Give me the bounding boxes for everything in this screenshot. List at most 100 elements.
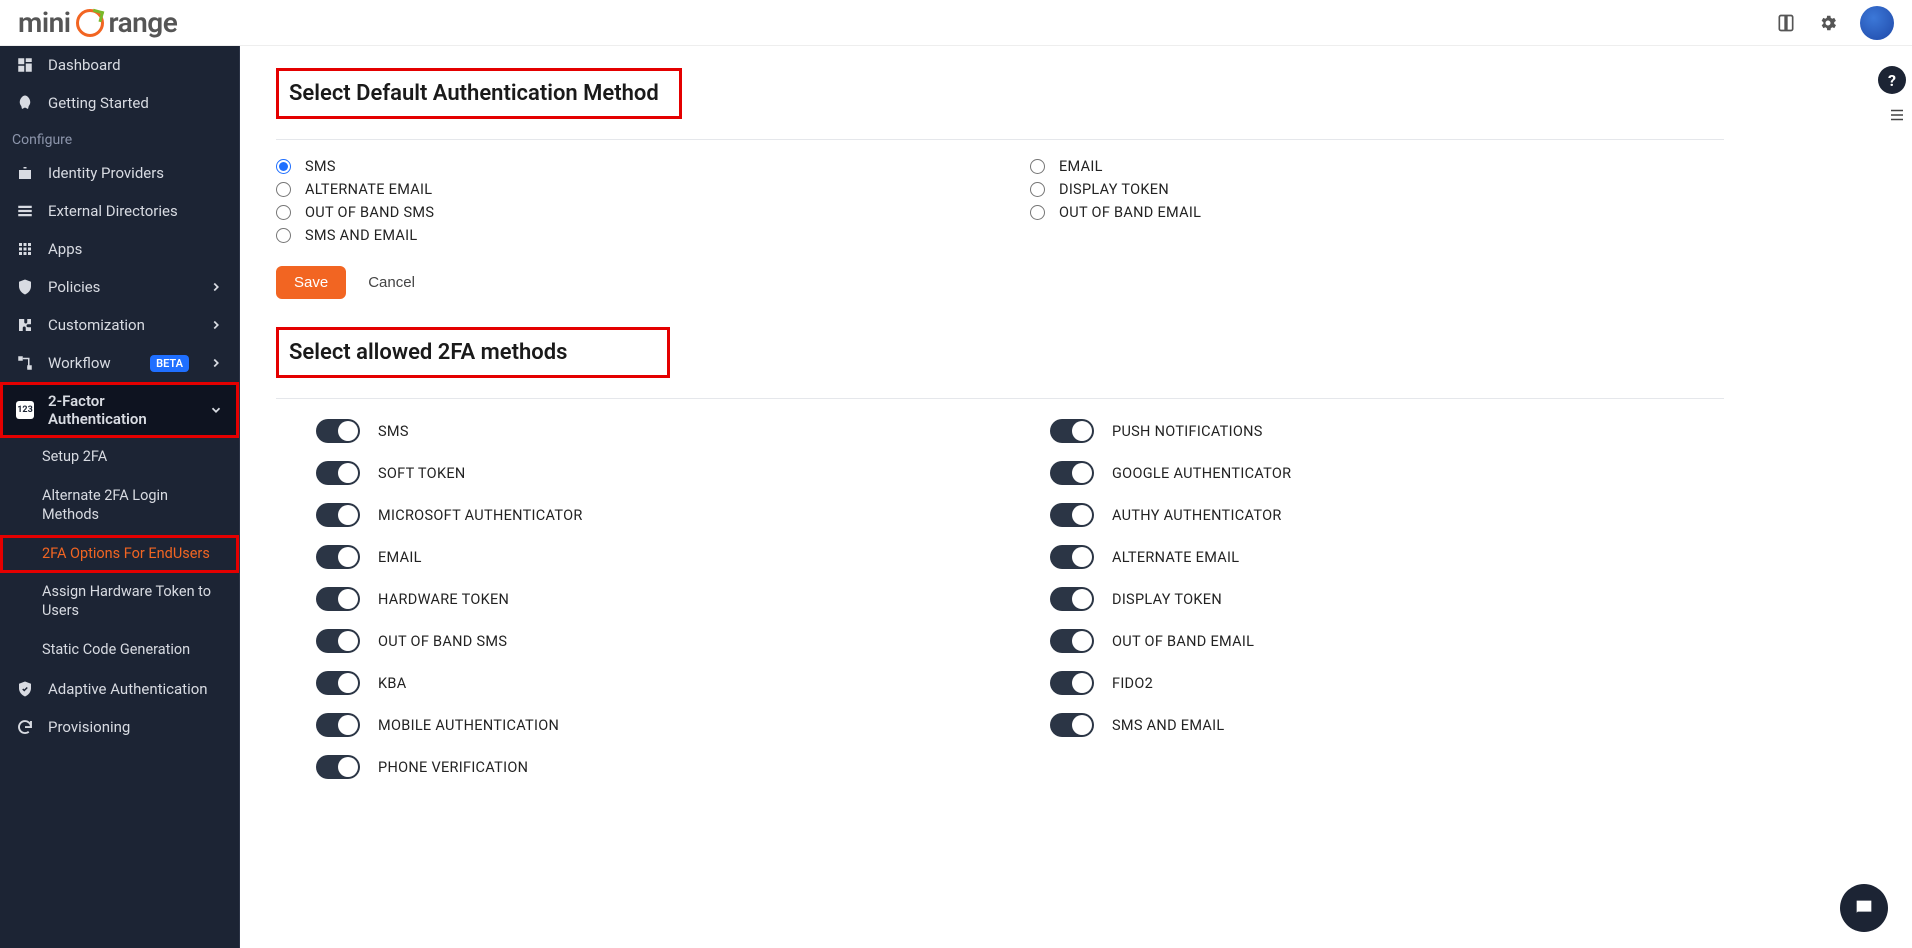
- toggle-switch[interactable]: [316, 755, 360, 779]
- radio-col-left: SMS ALTERNATE EMAIL OUT OF BAND SMS: [276, 158, 970, 244]
- radio-input[interactable]: [276, 182, 291, 197]
- sidebar-sub-setup-2fa[interactable]: Setup 2FA: [0, 438, 239, 477]
- sidebar-item-label: Getting Started: [48, 94, 149, 112]
- gear-icon[interactable]: [1818, 13, 1838, 33]
- sidebar-sub-assign-hardware[interactable]: Assign Hardware Token to Users: [0, 573, 239, 631]
- toggle-switch[interactable]: [1050, 545, 1094, 569]
- toggle-switch[interactable]: [1050, 419, 1094, 443]
- sidebar-item-provisioning[interactable]: Provisioning: [0, 708, 239, 746]
- toggle-switch[interactable]: [316, 587, 360, 611]
- radio-sms-and-email[interactable]: SMS AND EMAIL: [276, 227, 970, 244]
- sidebar-item-getting-started[interactable]: Getting Started: [0, 84, 239, 122]
- book-icon[interactable]: [1776, 13, 1796, 33]
- radio-input[interactable]: [276, 205, 291, 220]
- toggle-right-row: GOOGLE AUTHENTICATOR: [1050, 461, 1724, 485]
- sidebar-item-2fa[interactable]: 123 2-Factor Authentication: [0, 382, 239, 438]
- sidebar-item-external-directories[interactable]: External Directories: [0, 192, 239, 230]
- radio-label: ALTERNATE EMAIL: [305, 181, 432, 198]
- toggle-label: OUT OF BAND EMAIL: [1112, 633, 1254, 650]
- sync-icon: [16, 718, 34, 736]
- brand-o-icon: [76, 9, 104, 37]
- toggle-left-row: KBA: [316, 671, 990, 695]
- toggle-switch[interactable]: [316, 461, 360, 485]
- heading-allowed-2fa: Select allowed 2FA methods: [276, 327, 670, 378]
- sidebar-item-label: Identity Providers: [48, 164, 164, 182]
- toggle-col-right: PUSH NOTIFICATIONS GOOGLE AUTHENTICATOR AU…: [1050, 419, 1724, 779]
- radio-label: OUT OF BAND SMS: [305, 204, 434, 221]
- radio-input[interactable]: [1030, 159, 1045, 174]
- radio-alternate-email[interactable]: ALTERNATE EMAIL: [276, 181, 970, 198]
- sidebar-item-dashboard[interactable]: Dashboard: [0, 46, 239, 84]
- toggle-label: PHONE VERIFICATION: [378, 759, 528, 776]
- toggle-switch[interactable]: [1050, 503, 1094, 527]
- toggle-switch[interactable]: [316, 545, 360, 569]
- brand-suffix: range: [109, 6, 178, 39]
- toggle-right-row: AUTHY AUTHENTICATOR: [1050, 503, 1724, 527]
- radio-input[interactable]: [276, 228, 291, 243]
- toggle-right-row: SMS AND EMAIL: [1050, 713, 1724, 737]
- toggle-switch[interactable]: [316, 629, 360, 653]
- toggle-right-row: FIDO2: [1050, 671, 1724, 695]
- list-icon: [16, 202, 34, 220]
- brand-prefix: mini: [18, 6, 71, 39]
- save-button[interactable]: Save: [276, 266, 346, 299]
- toggle-left-row: OUT OF BAND SMS: [316, 629, 990, 653]
- sidebar-sub-2fa-options[interactable]: 2FA Options For EndUsers: [0, 535, 239, 574]
- toggle-switch[interactable]: [1050, 461, 1094, 485]
- toggle-switch[interactable]: [316, 671, 360, 695]
- beta-badge: BETA: [150, 355, 189, 372]
- sidebar-item-workflow[interactable]: Workflow BETA: [0, 344, 239, 382]
- toggle-label: GOOGLE AUTHENTICATOR: [1112, 465, 1291, 482]
- chat-fab[interactable]: [1840, 884, 1888, 932]
- brand-logo: mini range: [18, 6, 177, 39]
- radio-label: OUT OF BAND EMAIL: [1059, 204, 1201, 221]
- toggle-switch[interactable]: [1050, 671, 1094, 695]
- divider: [276, 139, 1724, 140]
- radio-input[interactable]: [1030, 205, 1045, 220]
- toggle-label: SOFT TOKEN: [378, 465, 466, 482]
- toggle-right-row: OUT OF BAND EMAIL: [1050, 629, 1724, 653]
- avatar[interactable]: [1860, 6, 1894, 40]
- heading-default-auth: Select Default Authentication Method: [276, 68, 682, 119]
- toggle-switch[interactable]: [1050, 713, 1094, 737]
- sidebar-item-identity-providers[interactable]: Identity Providers: [0, 154, 239, 192]
- dashboard-icon: [16, 56, 34, 74]
- toggle-switch[interactable]: [316, 419, 360, 443]
- radio-sms[interactable]: SMS: [276, 158, 970, 175]
- sidebar-item-customization[interactable]: Customization: [0, 306, 239, 344]
- divider: [276, 398, 1724, 399]
- toggle-right-row: ALTERNATE EMAIL: [1050, 545, 1724, 569]
- sidebar-item-label: Adaptive Authentication: [48, 680, 208, 698]
- otp-icon: 123: [16, 401, 34, 419]
- toggle-label: AUTHY AUTHENTICATOR: [1112, 507, 1282, 524]
- radio-oob-sms[interactable]: OUT OF BAND SMS: [276, 204, 970, 221]
- sidebar-item-adaptive-auth[interactable]: Adaptive Authentication: [0, 670, 239, 708]
- toggle-label: OUT OF BAND SMS: [378, 633, 507, 650]
- toggle-left-row: MICROSOFT AUTHENTICATOR: [316, 503, 990, 527]
- radio-label: EMAIL: [1059, 158, 1103, 175]
- sidebar-sub-alternate-methods[interactable]: Alternate 2FA Login Methods: [0, 477, 239, 535]
- cancel-button[interactable]: Cancel: [368, 274, 415, 291]
- radio-col-right: EMAIL DISPLAY TOKEN OUT OF BAND EMAIL: [1030, 158, 1724, 244]
- toggle-switch[interactable]: [316, 503, 360, 527]
- toggle-label: HARDWARE TOKEN: [378, 591, 509, 608]
- toggle-label: PUSH NOTIFICATIONS: [1112, 423, 1263, 440]
- radio-email[interactable]: EMAIL: [1030, 158, 1724, 175]
- radio-input[interactable]: [1030, 182, 1045, 197]
- toggle-switch[interactable]: [1050, 629, 1094, 653]
- hamburger-icon[interactable]: [1888, 106, 1906, 124]
- sidebar-sub-static-code[interactable]: Static Code Generation: [0, 631, 239, 670]
- radio-oob-email[interactable]: OUT OF BAND EMAIL: [1030, 204, 1724, 221]
- sidebar-item-policies[interactable]: Policies: [0, 268, 239, 306]
- toggle-label: MICROSOFT AUTHENTICATOR: [378, 507, 583, 524]
- help-button[interactable]: ?: [1878, 66, 1906, 94]
- toggle-right-row: DISPLAY TOKEN: [1050, 587, 1724, 611]
- radio-display-token[interactable]: DISPLAY TOKEN: [1030, 181, 1724, 198]
- sidebar-section-configure: Configure: [0, 122, 239, 154]
- toggle-switch[interactable]: [1050, 587, 1094, 611]
- toggle-switch[interactable]: [316, 713, 360, 737]
- radio-input[interactable]: [276, 159, 291, 174]
- sidebar-item-label: Customization: [48, 316, 145, 334]
- sidebar-item-apps[interactable]: Apps: [0, 230, 239, 268]
- briefcase-icon: [16, 164, 34, 182]
